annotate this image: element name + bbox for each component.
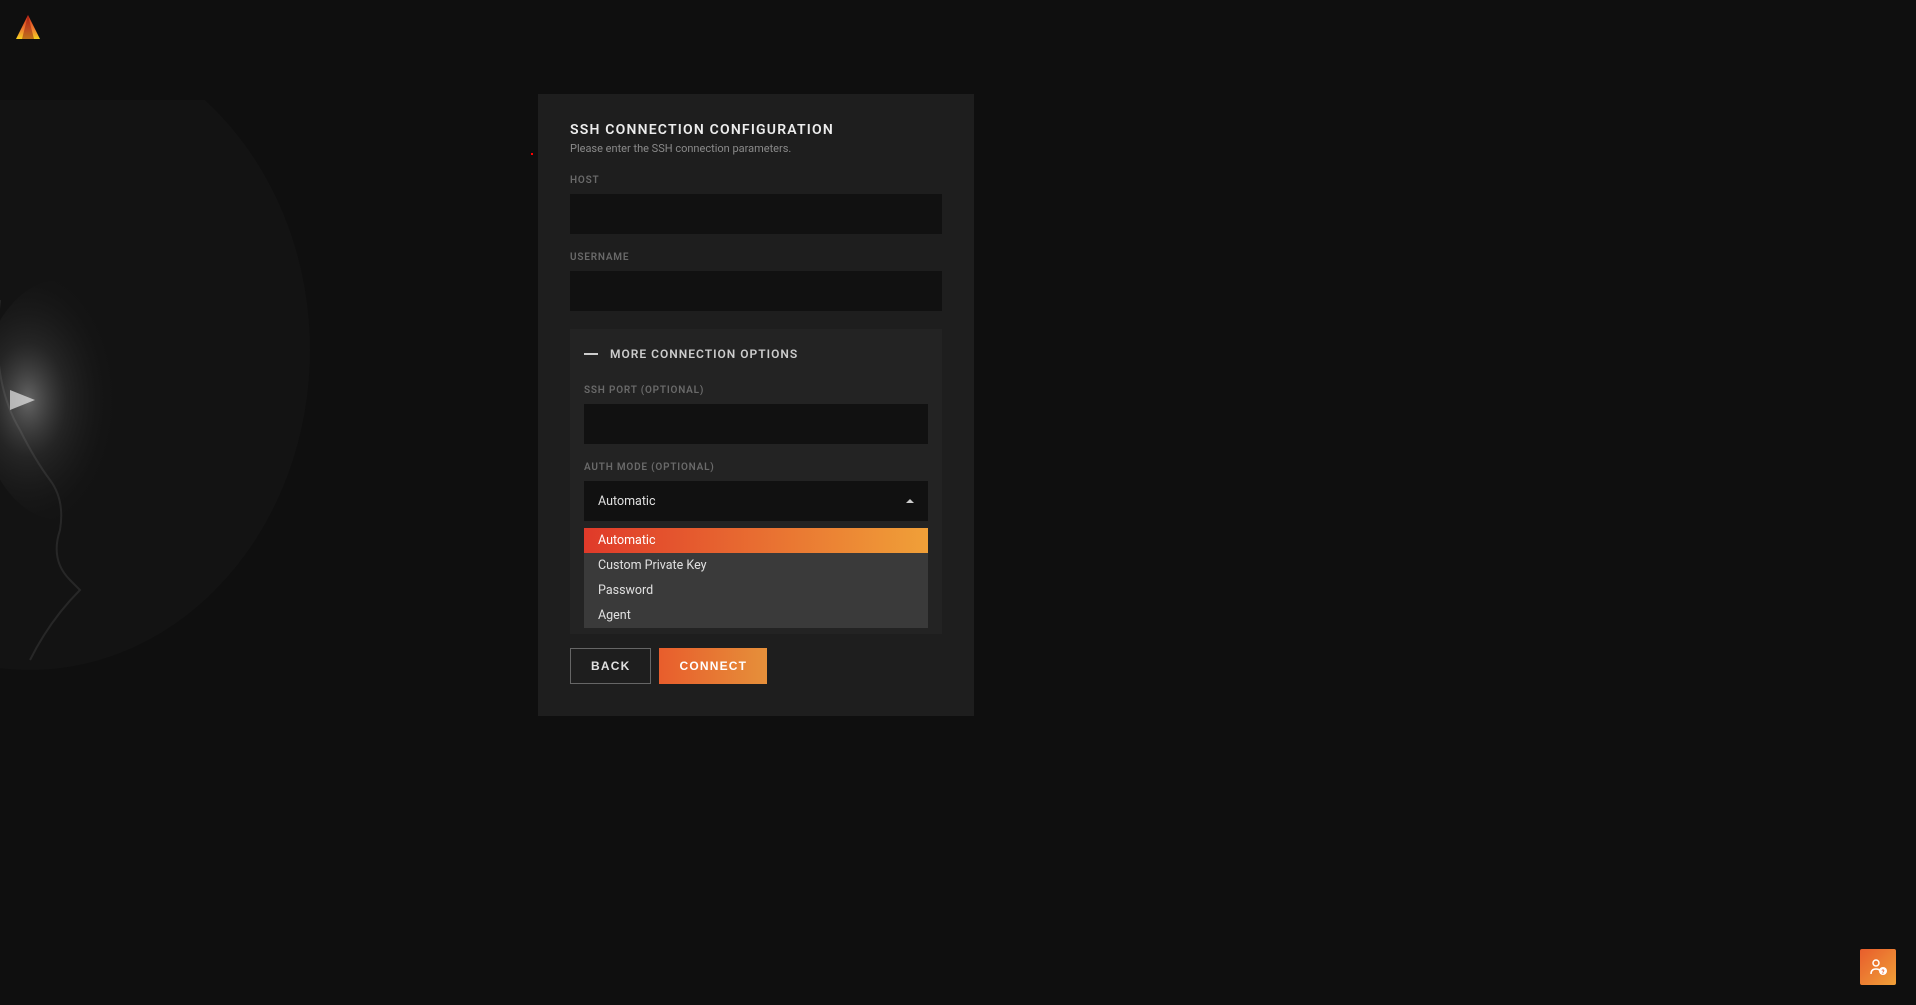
username-label: USERNAME	[570, 252, 942, 263]
app-logo	[12, 12, 44, 44]
auth-mode-select[interactable]: Automatic Automatic Custom Private Key P…	[584, 481, 928, 521]
indicator-dot	[531, 153, 533, 155]
auth-mode-selected-value: Automatic	[598, 494, 656, 509]
collapse-icon	[584, 353, 598, 355]
panel-title: SSH CONNECTION CONFIGURATION	[570, 122, 942, 138]
auth-mode-option-custom-key[interactable]: Custom Private Key	[584, 553, 928, 578]
auth-mode-option-password[interactable]: Password	[584, 578, 928, 603]
ssh-port-input[interactable]	[584, 404, 928, 444]
panel-subtitle: Please enter the SSH connection paramete…	[570, 142, 942, 155]
auth-mode-label: AUTH MODE (OPTIONAL)	[584, 462, 928, 473]
more-options-section: MORE CONNECTION OPTIONS SSH PORT (OPTION…	[570, 329, 942, 634]
more-options-toggle[interactable]: MORE CONNECTION OPTIONS	[584, 347, 928, 361]
svg-text:?: ?	[1882, 969, 1885, 976]
auth-mode-option-agent[interactable]: Agent	[584, 603, 928, 628]
more-options-label: MORE CONNECTION OPTIONS	[610, 347, 798, 361]
help-button[interactable]: ?	[1860, 949, 1896, 985]
ssh-port-label: SSH PORT (OPTIONAL)	[584, 385, 928, 396]
caret-up-icon	[906, 499, 914, 503]
back-button[interactable]: BACK	[570, 648, 651, 684]
auth-mode-dropdown: Automatic Custom Private Key Password Ag…	[584, 528, 928, 628]
background-face-decoration	[0, 100, 350, 800]
user-help-icon: ?	[1868, 957, 1888, 977]
connect-button[interactable]: CONNECT	[659, 648, 767, 684]
auth-mode-option-automatic[interactable]: Automatic	[584, 528, 928, 553]
button-row: BACK CONNECT	[570, 648, 942, 684]
ssh-config-panel: SSH CONNECTION CONFIGURATION Please ente…	[538, 94, 974, 716]
host-input[interactable]	[570, 194, 942, 234]
host-label: HOST	[570, 175, 942, 186]
username-input[interactable]	[570, 271, 942, 311]
